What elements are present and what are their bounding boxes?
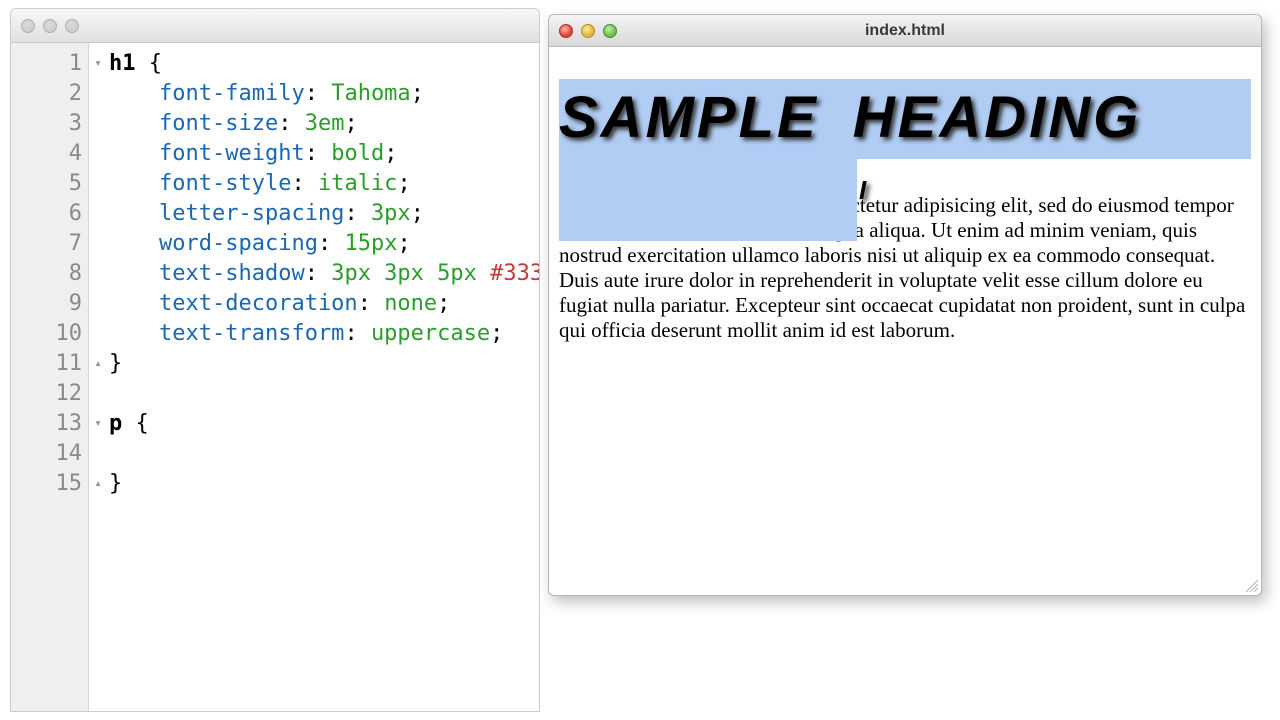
code-line[interactable]: h1 { — [109, 49, 539, 79]
line-number: 2 — [11, 79, 88, 109]
line-number: 9 — [11, 289, 88, 319]
line-number: 10 — [11, 319, 88, 349]
text-selection — [559, 159, 857, 241]
editor-body: 1▾234567891011▴1213▾1415▴ h1 {font-famil… — [11, 43, 539, 711]
fold-open-icon[interactable]: ▾ — [91, 417, 105, 431]
code-editor[interactable]: h1 {font-family: Tahoma;font-size: 3em;f… — [89, 43, 539, 711]
line-number-gutter: 1▾234567891011▴1213▾1415▴ — [11, 43, 89, 711]
sample-heading[interactable]: SAMPLE HEADING I — [559, 79, 1251, 157]
fold-close-icon[interactable]: ▴ — [91, 357, 105, 371]
code-line[interactable]: p { — [109, 409, 539, 439]
preview-window: index.html SAMPLE HEADING I Lorem ipsum … — [548, 14, 1262, 596]
code-line[interactable]: } — [109, 349, 539, 379]
code-line[interactable] — [109, 439, 539, 469]
code-line[interactable]: text-transform: uppercase; — [109, 319, 539, 349]
line-number: 6 — [11, 199, 88, 229]
resize-grip-icon[interactable] — [1244, 578, 1258, 592]
code-line[interactable]: font-style: italic; — [109, 169, 539, 199]
code-line[interactable] — [109, 379, 539, 409]
fold-open-icon[interactable]: ▾ — [91, 57, 105, 71]
line-number: 4 — [11, 139, 88, 169]
window-title: index.html — [549, 22, 1261, 40]
zoom-icon[interactable] — [603, 24, 617, 38]
line-number: 13▾ — [11, 409, 88, 439]
code-line[interactable]: font-size: 3em; — [109, 109, 539, 139]
minimize-icon[interactable] — [581, 24, 595, 38]
code-line[interactable]: letter-spacing: 3px; — [109, 199, 539, 229]
code-line[interactable]: font-family: Tahoma; — [109, 79, 539, 109]
code-line[interactable]: word-spacing: 15px; — [109, 229, 539, 259]
fold-close-icon[interactable]: ▴ — [91, 477, 105, 491]
zoom-icon[interactable] — [65, 19, 79, 33]
code-line[interactable]: font-weight: bold; — [109, 139, 539, 169]
close-icon[interactable] — [21, 19, 35, 33]
editor-titlebar[interactable] — [11, 9, 539, 43]
line-number: 15▴ — [11, 469, 88, 499]
line-number: 11▴ — [11, 349, 88, 379]
line-number: 14 — [11, 439, 88, 469]
line-number: 12 — [11, 379, 88, 409]
preview-content[interactable]: SAMPLE HEADING I Lorem ipsum dolor sit a… — [549, 47, 1261, 595]
close-icon[interactable] — [559, 24, 573, 38]
text-cursor-icon: I — [859, 179, 873, 201]
preview-titlebar[interactable]: index.html — [549, 15, 1261, 47]
line-number: 3 — [11, 109, 88, 139]
minimize-icon[interactable] — [43, 19, 57, 33]
editor-window: 1▾234567891011▴1213▾1415▴ h1 {font-famil… — [10, 8, 540, 712]
line-number: 8 — [11, 259, 88, 289]
line-number: 5 — [11, 169, 88, 199]
code-line[interactable]: text-decoration: none; — [109, 289, 539, 319]
code-line[interactable]: text-shadow: 3px 3px 5px #333; — [109, 259, 539, 289]
code-line[interactable]: } — [109, 469, 539, 499]
line-number: 7 — [11, 229, 88, 259]
heading-text: SAMPLE HEADING — [559, 79, 1251, 157]
line-number: 1▾ — [11, 49, 88, 79]
